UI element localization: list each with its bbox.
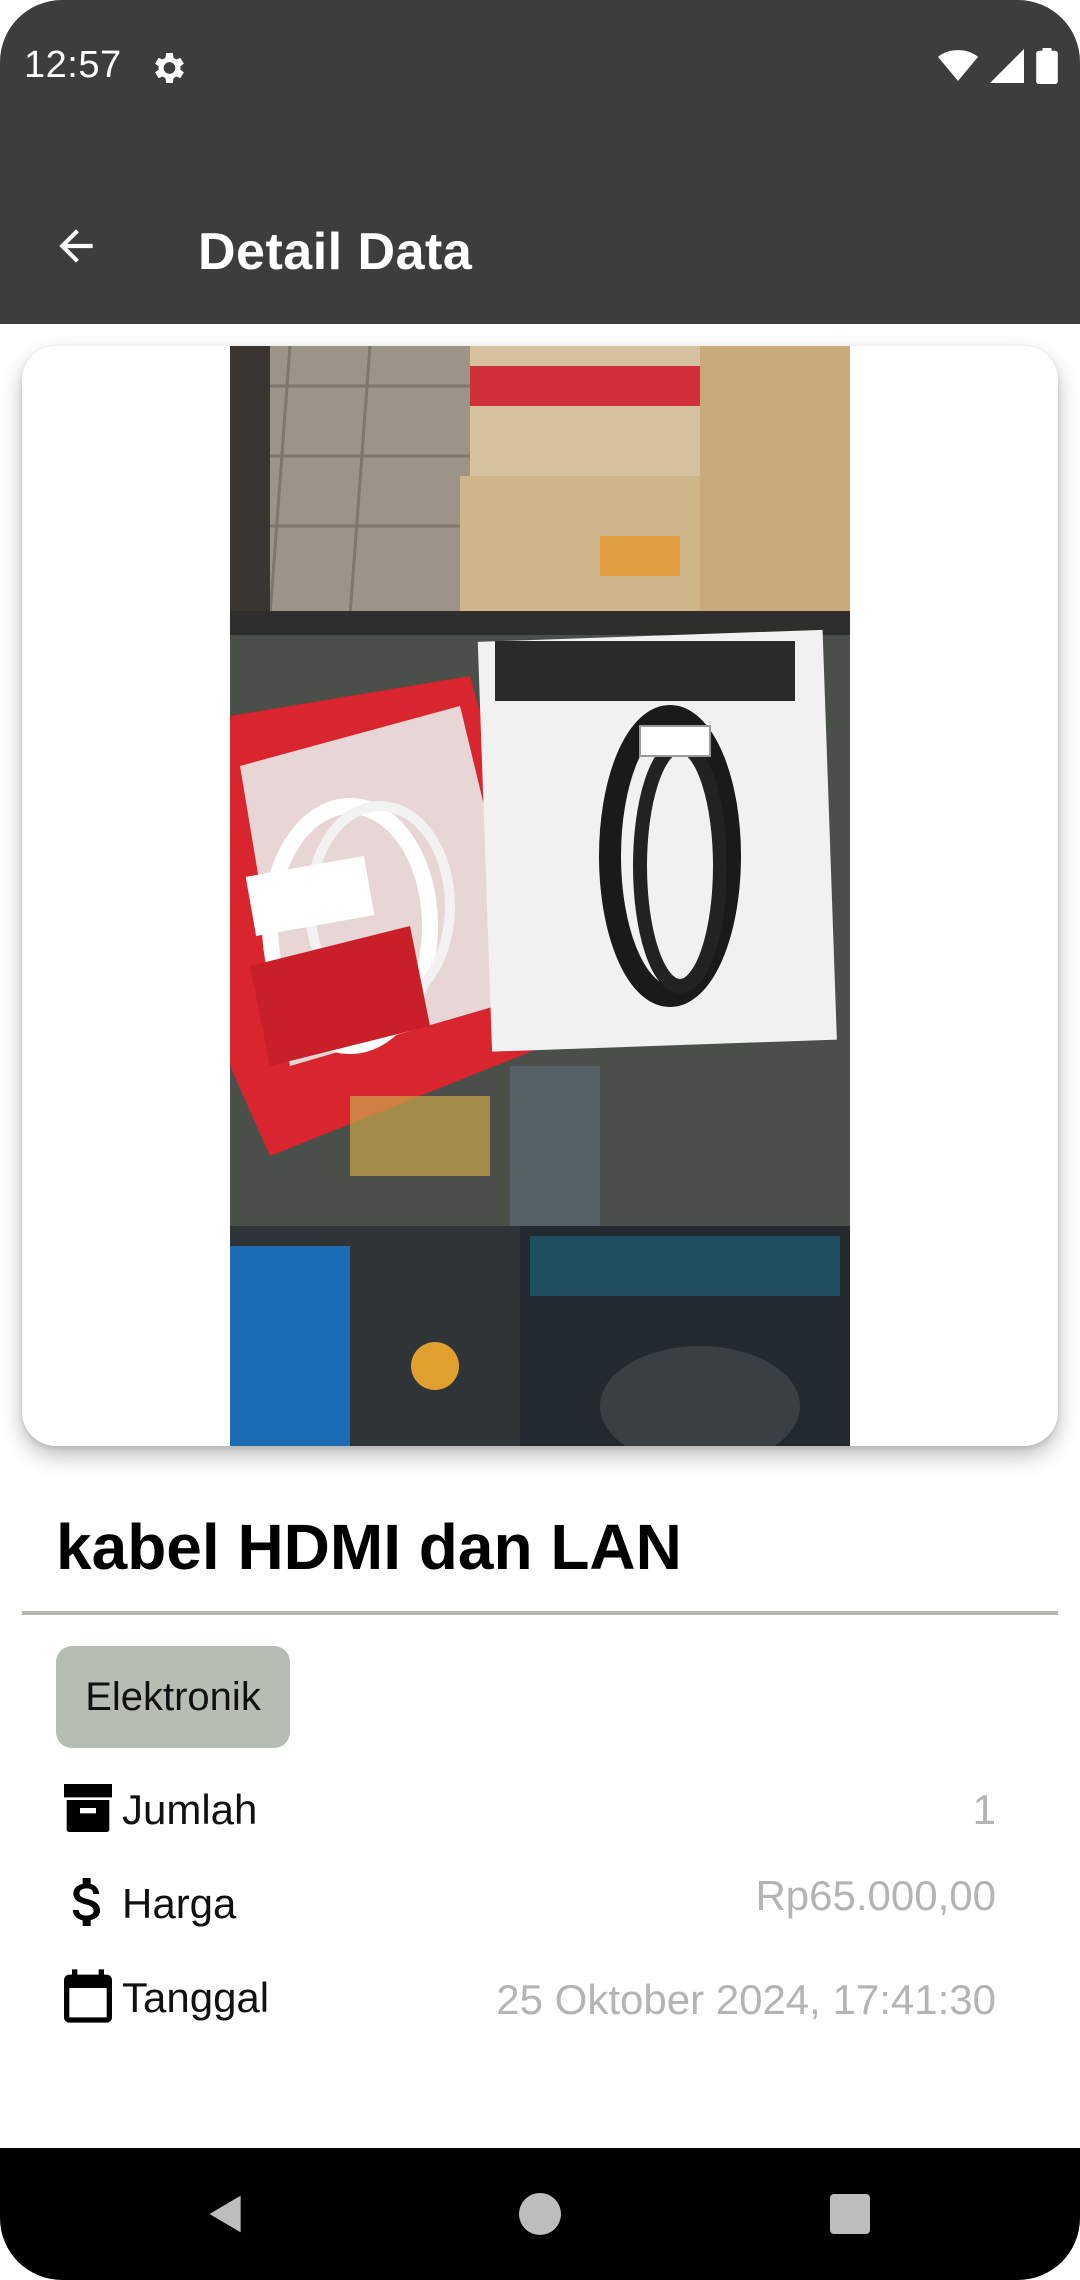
item-name: kabel HDMI dan LAN xyxy=(56,1511,682,1583)
screen: 12:57 Detail Data kabel HDMI dan LAN Ele… xyxy=(0,0,1080,2280)
harga-value: Rp65.000,00 xyxy=(755,1872,996,1919)
jumlah-label: Jumlah xyxy=(122,1786,258,1833)
photo-card xyxy=(22,346,1058,1446)
status-time: 12:57 xyxy=(24,44,122,86)
jumlah-value: 1 xyxy=(972,1786,996,1833)
archive-box-icon xyxy=(64,1784,112,1832)
calendar-icon xyxy=(64,1969,112,2023)
dollar-sign-icon xyxy=(72,1878,100,1926)
product-photo xyxy=(230,346,850,1446)
system-nav-bar xyxy=(0,2148,1080,2280)
nav-home-icon[interactable] xyxy=(519,2193,561,2235)
settings-gear-icon xyxy=(155,53,184,83)
wifi-icon xyxy=(938,50,978,81)
battery-icon xyxy=(1036,48,1058,84)
status-icons xyxy=(938,48,1058,84)
nav-recents-icon[interactable] xyxy=(830,2194,870,2234)
category-chip[interactable]: Elektronik xyxy=(56,1646,290,1748)
tanggal-value: 25 Oktober 2024, 17:41:30 xyxy=(496,1976,996,2023)
app-bar: 12:57 Detail Data xyxy=(0,0,1080,324)
nav-back-icon[interactable] xyxy=(204,2192,248,2236)
harga-label: Harga xyxy=(122,1880,237,1927)
signal-icon xyxy=(990,49,1024,83)
back-button[interactable] xyxy=(44,214,108,278)
tanggal-label: Tanggal xyxy=(122,1974,270,2021)
divider xyxy=(22,1611,1058,1615)
page-title: Detail Data xyxy=(198,223,473,281)
arrow-back-icon xyxy=(59,229,93,263)
